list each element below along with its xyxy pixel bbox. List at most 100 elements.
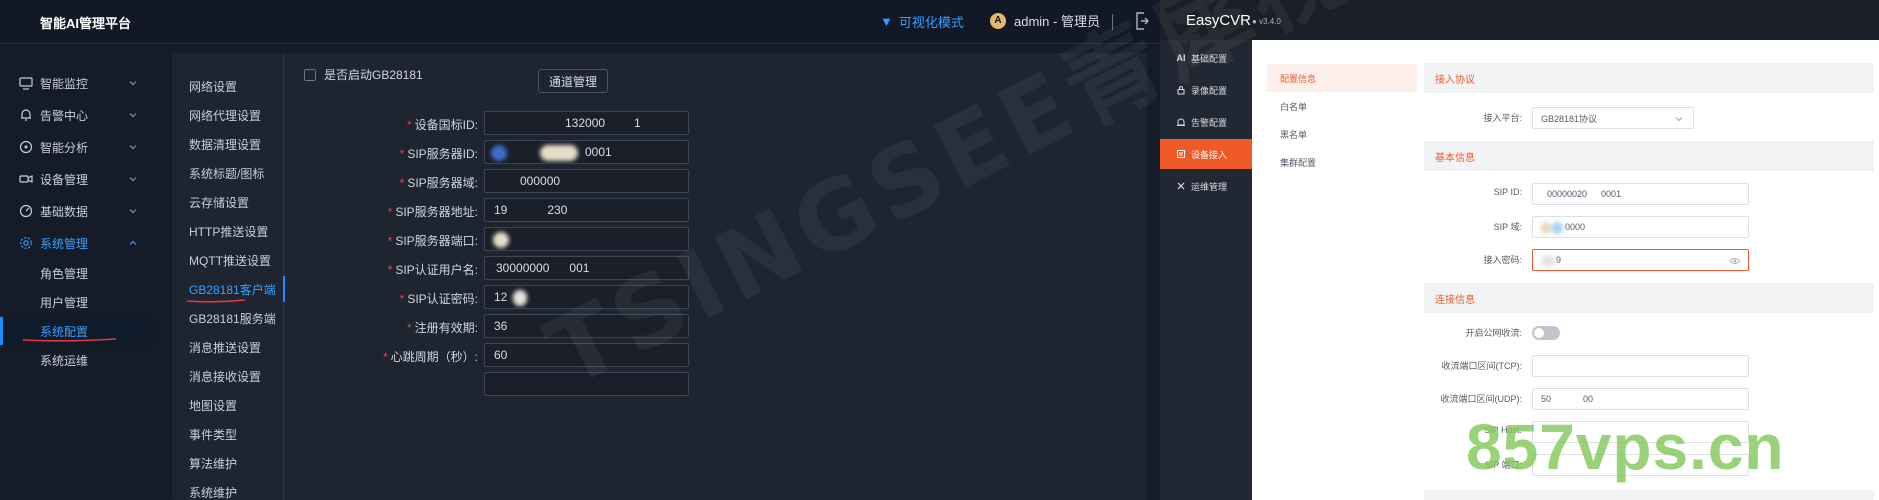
sip-server-domain-input[interactable]: 000000: [484, 169, 689, 193]
gb28181-enable-checkbox[interactable]: 是否启动GB28181: [304, 66, 423, 83]
visualization-mode-label: 可视化模式: [898, 15, 964, 30]
tab-network-proxy[interactable]: 网络代理设置: [189, 107, 261, 124]
tab-event-types[interactable]: 事件类型: [189, 426, 237, 443]
easycvr-header: EasyCVR ● v3.4.0: [1160, 0, 1879, 40]
section-connection-info: 连接信息: [1424, 283, 1874, 313]
sip-server-address-input[interactable]: 19 230: [484, 198, 689, 222]
sidebar-item-base-data[interactable]: 基础数据: [0, 196, 153, 226]
device-id-input[interactable]: 132000 1: [484, 111, 689, 135]
sidebar-item-system-ops[interactable]: 系统运维: [0, 346, 153, 374]
next-field-row: [284, 372, 1147, 398]
next-field-input[interactable]: [484, 372, 689, 396]
public-stream-toggle[interactable]: [1532, 326, 1560, 340]
tab-message-push[interactable]: 消息推送设置: [189, 339, 261, 356]
tcp-port-range-input[interactable]: [1532, 355, 1749, 377]
visualization-mode-link[interactable]: ▼ 可视化模式: [880, 12, 964, 31]
tab-algorithm-maintenance[interactable]: 算法维护: [189, 455, 237, 472]
sip-server-port-input[interactable]: [484, 227, 689, 251]
logout-icon[interactable]: [1135, 12, 1149, 30]
section-access-protocol: 接入协议: [1424, 63, 1874, 93]
bell-icon: [21, 109, 31, 121]
sidebar-item-label: 告警中心: [40, 108, 89, 123]
sidebar-item-users[interactable]: 用户管理: [0, 288, 153, 316]
easycvr-app: EasyCVR ● v3.4.0 AI 基础配置 录像配置 告警配置 设备接入: [1160, 0, 1879, 500]
heartbeat-period-input[interactable]: 60: [484, 343, 689, 367]
sidebar-item-devices[interactable]: 设备管理: [0, 164, 153, 194]
sidebar-item-label: 基础配置: [1191, 53, 1228, 64]
sip-auth-username-input[interactable]: 30000000 001: [484, 256, 689, 280]
ai-icon: AI: [1176, 53, 1186, 63]
chevron-down-icon: [129, 113, 137, 118]
field-label: * SIP认证用户名:: [387, 263, 478, 277]
easycvr-config-main: 接入协议 接入平台: GB28181协议 基本信息 SIP ID: 000000…: [1422, 40, 1879, 500]
tab-title-icon[interactable]: 系统标题/图标: [189, 165, 264, 182]
sidebar-item-system-management[interactable]: 系统管理: [0, 228, 153, 258]
tab-system-maintenance[interactable]: 系统维护: [189, 484, 237, 500]
sidebar-item-alarm-center[interactable]: 告警中心: [0, 100, 153, 130]
field-label: * SIP服务器端口:: [387, 234, 478, 248]
sidebar-item-analysis[interactable]: 智能分析: [0, 132, 153, 162]
chevron-down-icon: [129, 81, 137, 86]
screenshot-root: 智能AI管理平台 ▼ 可视化模式 A admin - 管理员 智能监控 告警中心…: [0, 0, 1879, 500]
field-label: * 注册有效期:: [406, 321, 478, 335]
sip-server-id-input[interactable]: 0001: [484, 140, 689, 164]
sip-port-input[interactable]: [1532, 454, 1749, 476]
tools-icon: [1177, 182, 1185, 190]
gb28181-client-form: 是否启动GB28181 通道管理 * 设备国标ID: 132000 1 * SIP服…: [284, 53, 1147, 500]
subnav-cluster-config[interactable]: 集群配置: [1267, 148, 1417, 176]
eye-icon[interactable]: [1729, 255, 1741, 267]
checkbox-box[interactable]: [304, 68, 316, 81]
field-label: * SIP认证密码:: [399, 292, 478, 306]
sidebar-item-basic-config[interactable]: AI 基础配置: [1160, 43, 1252, 73]
easycvr-subnav: 配置信息 白名单 黑名单 集群配置: [1252, 40, 1422, 500]
settings-tab-list: 网络设置 网络代理设置 数据清理设置 系统标题/图标 云存储设置 HTTP推送设…: [172, 53, 285, 500]
udp-port-range-input[interactable]: 50 00: [1532, 388, 1749, 410]
subnav-blacklist[interactable]: 黑名单: [1267, 120, 1417, 148]
sidebar-item-ops-management[interactable]: 运维管理: [1160, 171, 1252, 201]
redaction-blur: [513, 290, 527, 306]
public-stream-row: 开启公网收流:: [1422, 322, 1879, 344]
field-label: SIP Host:: [1484, 425, 1522, 435]
tab-message-receive[interactable]: 消息接收设置: [189, 368, 261, 385]
annotation-underline: [22, 338, 117, 342]
tab-map[interactable]: 地图设置: [189, 397, 237, 414]
chevron-up-icon: [129, 240, 137, 245]
udp-range-row: 收流端口区间(UDP): 50 00: [1422, 388, 1879, 410]
platform-select[interactable]: GB28181协议: [1532, 107, 1694, 129]
registration-validity-input[interactable]: 36: [484, 314, 689, 338]
sip-auth-password-row: * SIP认证密码: 12: [284, 285, 1147, 311]
sidebar-item-alarm-config[interactable]: 告警配置: [1160, 107, 1252, 137]
sip-host-input[interactable]: [1532, 421, 1749, 443]
chevron-down-icon: [129, 177, 137, 182]
subnav-whitelist[interactable]: 白名单: [1267, 92, 1417, 120]
header-divider: [1112, 14, 1113, 30]
sidebar-item-label: 录像配置: [1191, 85, 1228, 96]
channel-management-button[interactable]: 通道管理: [538, 69, 608, 93]
tab-cloud-storage[interactable]: 云存储设置: [189, 194, 249, 211]
user-name: admin - 管理员: [1014, 14, 1100, 29]
checkbox-label: 是否启动GB28181: [324, 68, 423, 82]
field-label: * 设备国标ID:: [406, 118, 478, 132]
tab-data-cleanup[interactable]: 数据清理设置: [189, 136, 261, 153]
sidebar-item-roles[interactable]: 角色管理: [0, 259, 153, 287]
tab-gb28181-client[interactable]: GB28181客户端: [189, 281, 276, 298]
field-label: 收流端口区间(UDP):: [1440, 394, 1523, 404]
section-basic-info: 基本信息: [1424, 141, 1874, 171]
sidebar-item-recording-config[interactable]: 录像配置: [1160, 75, 1252, 105]
sip-auth-password-input[interactable]: 12: [484, 285, 689, 309]
sidebar-item-device-access[interactable]: 设备接入: [1160, 139, 1252, 169]
tab-gb28181-server[interactable]: GB28181服务端: [189, 310, 276, 327]
tab-mqtt-push[interactable]: MQTT推送设置: [189, 252, 271, 269]
tab-http-push[interactable]: HTTP推送设置: [189, 223, 268, 240]
field-label: SIP ID:: [1493, 187, 1522, 197]
sip-domain-input[interactable]: 0000: [1532, 216, 1749, 238]
access-password-input[interactable]: 9: [1532, 249, 1749, 271]
platform-row: 接入平台: GB28181协议: [1422, 107, 1879, 129]
subnav-config-info[interactable]: 配置信息: [1267, 64, 1417, 92]
sidebar-item-monitoring[interactable]: 智能监控: [0, 68, 153, 98]
tab-network[interactable]: 网络设置: [189, 78, 237, 95]
sip-id-row: SIP ID: 00000020 0001: [1422, 183, 1879, 205]
user-menu[interactable]: A admin - 管理员: [990, 11, 1100, 30]
redaction-blur: [1541, 222, 1551, 234]
sip-id-input[interactable]: 00000020 0001: [1532, 183, 1749, 205]
